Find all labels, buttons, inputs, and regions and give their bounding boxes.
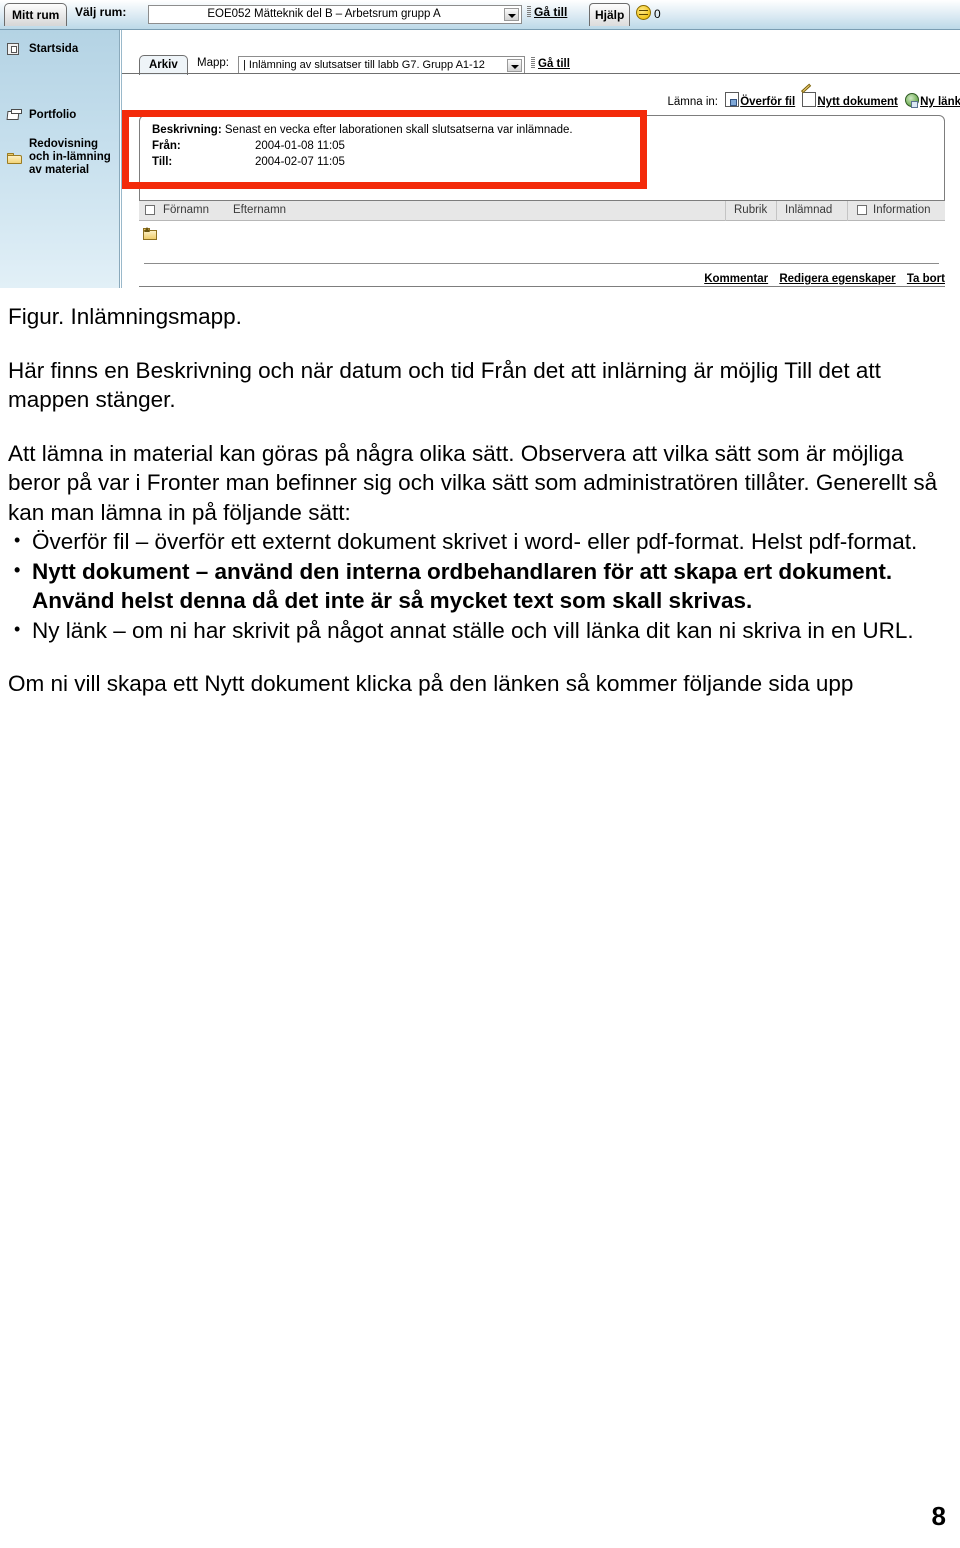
select-all-checkbox[interactable] bbox=[145, 205, 155, 217]
smiley-face-icon bbox=[636, 5, 651, 20]
information-checkbox[interactable] bbox=[857, 205, 867, 217]
column-divider bbox=[725, 201, 726, 221]
sidebar-item-redovisning[interactable]: Redovisning och in-lämning av material bbox=[5, 138, 117, 177]
submissions-table-header: Förnamn Efternamn Rubrik Inlämnad Inform… bbox=[139, 201, 945, 221]
kommentar-link[interactable]: Kommentar bbox=[704, 273, 768, 285]
beskrivning-row: Beskrivning: Senast en vecka efter labor… bbox=[152, 123, 573, 137]
open-folder-icon bbox=[7, 109, 23, 122]
ny-lank-link[interactable]: Ny länk bbox=[905, 93, 960, 108]
chevron-down-icon[interactable] bbox=[507, 59, 522, 72]
online-users-count: 0 bbox=[654, 7, 661, 21]
column-divider bbox=[847, 201, 848, 221]
tab-mitt-rum[interactable]: Mitt rum bbox=[4, 3, 68, 26]
nytt-dokument-label: Nytt dokument bbox=[817, 96, 898, 108]
beskrivning-key: Beskrivning: bbox=[152, 124, 222, 136]
fran-value: 2004-01-08 11:05 bbox=[255, 140, 345, 152]
tab-strip-divider bbox=[122, 73, 960, 74]
till-key: Till: bbox=[152, 156, 173, 168]
list-item: Ny länk – om ni har skrivit på något ann… bbox=[8, 615, 948, 646]
bullet-text-ny-lank: Ny länk – om ni har skrivit på något ann… bbox=[32, 617, 914, 643]
submissions-table-body bbox=[139, 221, 945, 262]
column-header-inlamnad[interactable]: Inlämnad bbox=[785, 204, 832, 216]
app-top-bar: Mitt rum Välj rum: EOE052 Mätteknik del … bbox=[0, 0, 960, 30]
nytt-dokument-link[interactable]: Nytt dokument bbox=[802, 92, 898, 108]
home-screen-icon bbox=[7, 43, 19, 55]
go-to-room-button[interactable]: Gå till bbox=[527, 5, 567, 19]
paragraph-2: Att lämna in material kan göras på några… bbox=[8, 440, 938, 525]
page-number: 8 bbox=[931, 1501, 946, 1531]
column-header-information[interactable]: Information bbox=[873, 204, 931, 216]
bullet-text-nytt-dokument: Nytt dokument – använd den interna ordbe… bbox=[32, 558, 893, 614]
sidebar-item-portfolio[interactable]: Portfolio bbox=[5, 109, 117, 122]
footer-divider bbox=[144, 263, 939, 264]
tab-arkiv[interactable]: Arkiv bbox=[139, 55, 188, 75]
overfor-fil-label: Överför fil bbox=[740, 96, 796, 108]
redigera-egenskaper-link[interactable]: Redigera egenskaper bbox=[779, 273, 895, 285]
new-document-pencil-icon bbox=[802, 92, 817, 107]
sidebar-item-portfolio-label: Portfolio bbox=[29, 109, 77, 121]
closed-folder-icon bbox=[7, 152, 23, 165]
content-pane: Arkiv Mapp: | Inlämning av slutsatser ti… bbox=[121, 30, 960, 288]
upload-file-icon bbox=[725, 92, 740, 107]
pane-bottom-border bbox=[139, 286, 945, 287]
sidebar-item-startsida-label: Startsida bbox=[29, 43, 79, 55]
up-arrow-icon bbox=[144, 227, 150, 232]
submission-methods-list: Överför fil – överför ett externt dokume… bbox=[0, 526, 960, 646]
column-header-fornamn[interactable]: Förnamn bbox=[163, 204, 209, 216]
column-header-efternamn[interactable]: Efternamn bbox=[233, 204, 286, 216]
list-item: Överför fil – överför ett externt dokume… bbox=[8, 526, 948, 557]
column-divider bbox=[776, 201, 777, 221]
list-item: Nytt dokument – använd den interna ordbe… bbox=[8, 556, 948, 616]
document-body: Figur. Inlämningsmapp. Här finns en Besk… bbox=[0, 288, 960, 699]
folder-select-dropdown[interactable]: | Inlämning av slutsatser till labb G7. … bbox=[238, 56, 525, 74]
fronter-screenshot-figure: Mitt rum Välj rum: EOE052 Mätteknik del … bbox=[0, 0, 960, 288]
bullet-text-overfor-fil: Överför fil – överför ett externt dokume… bbox=[32, 529, 918, 554]
beskrivning-value: Senast en vecka efter laborationen skall… bbox=[224, 124, 573, 136]
ta-bort-link[interactable]: Ta bort bbox=[907, 273, 945, 285]
room-select-dropdown[interactable]: EOE052 Mätteknik del B – Arbetsrum grupp… bbox=[148, 5, 522, 24]
column-header-rubrik[interactable]: Rubrik bbox=[734, 204, 767, 216]
paragraph-1: Här finns en Beskrivning och när datum o… bbox=[8, 357, 881, 413]
till-row: Till: 2004-02-07 11:05 bbox=[152, 155, 345, 169]
sidebar-item-startsida[interactable]: Startsida bbox=[5, 43, 117, 56]
submit-actions-row: Lämna in: Överför fil Nytt dokument Ny l… bbox=[122, 92, 960, 110]
online-users-indicator[interactable]: 0 bbox=[636, 5, 661, 21]
fran-row: Från: 2004-01-08 11:05 bbox=[152, 139, 345, 153]
valj-rum-label: Välj rum: bbox=[75, 5, 127, 19]
folder-info-box: Beskrivning: Senast en vecka efter labor… bbox=[139, 115, 945, 201]
go-to-room-label: Gå till bbox=[534, 5, 568, 19]
chevron-down-icon[interactable] bbox=[504, 8, 519, 21]
drag-grip-icon bbox=[531, 57, 535, 68]
sidebar-item-redovisning-label: Redovisning och in-lämning av material bbox=[29, 138, 111, 176]
ny-lank-label: Ny länk bbox=[920, 96, 960, 108]
tab-hjalp[interactable]: Hjälp bbox=[589, 3, 631, 26]
lamna-in-label: Lämna in: bbox=[667, 96, 718, 108]
figure-caption: Figur. Inlämningsmapp. bbox=[8, 304, 242, 329]
new-link-globe-icon bbox=[905, 93, 920, 108]
paragraph-3: Om ni vill skapa ett Nytt dokument klick… bbox=[8, 671, 854, 696]
overfor-fil-link[interactable]: Överför fil bbox=[725, 92, 796, 108]
go-to-folder-label: Gå till bbox=[538, 58, 570, 70]
till-value: 2004-02-07 11:05 bbox=[255, 156, 345, 168]
folder-select-value: | Inlämning av slutsatser till labb G7. … bbox=[243, 59, 485, 71]
left-navigation-panel: Startsida Portfolio Redovisning och in-l… bbox=[0, 30, 120, 288]
go-to-folder-button[interactable]: Gå till bbox=[531, 57, 570, 70]
fran-key: Från: bbox=[152, 140, 181, 152]
drag-grip-icon bbox=[527, 6, 531, 17]
mapp-label: Mapp: bbox=[197, 57, 229, 69]
room-select-value: EOE052 Mätteknik del B – Arbetsrum grupp… bbox=[207, 8, 441, 20]
footer-action-links: Kommentar Redigera egenskaper Ta bort bbox=[122, 273, 945, 285]
